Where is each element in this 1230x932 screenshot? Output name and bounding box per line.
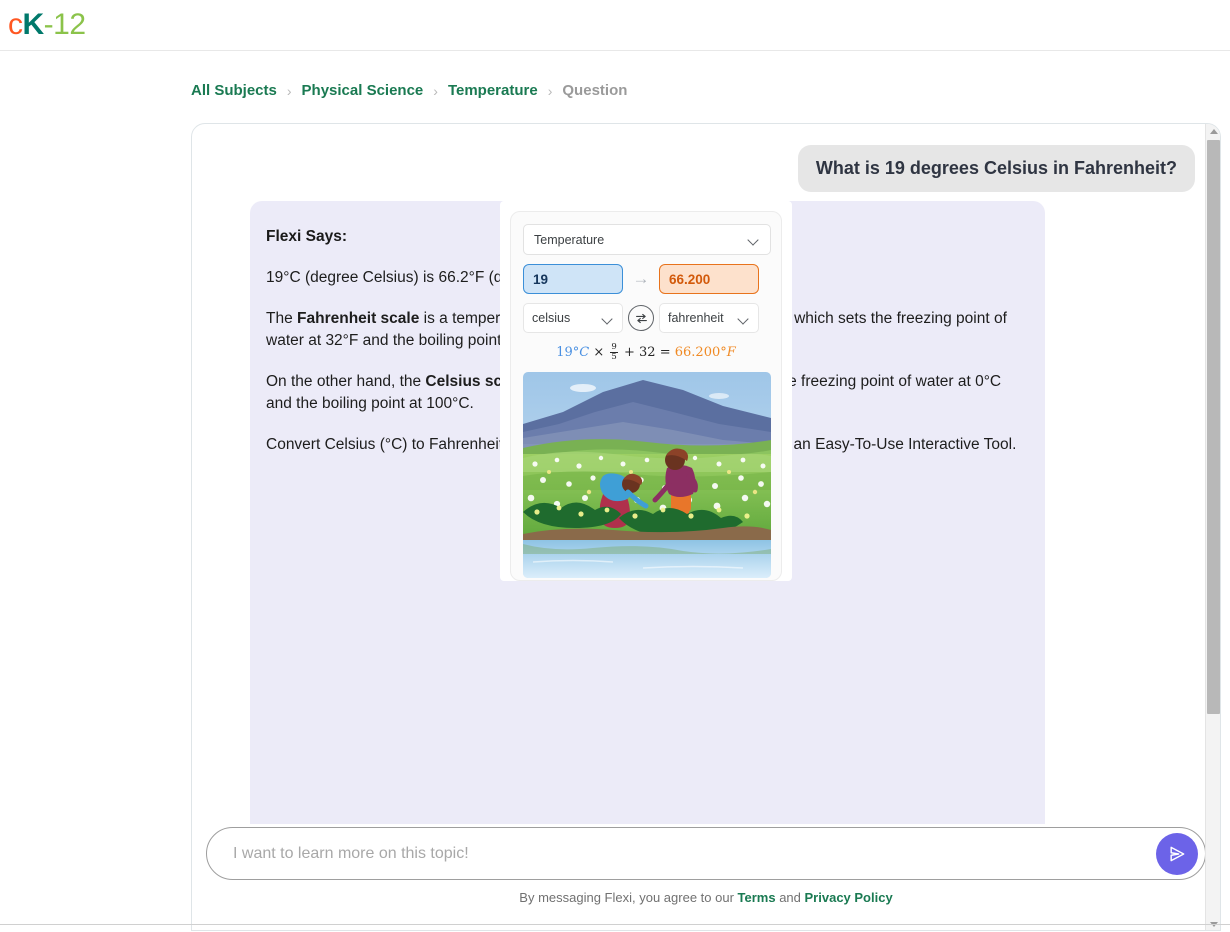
chevron-down-icon: [749, 236, 760, 243]
formula-equals-symbol: =: [660, 345, 671, 360]
converter-from-unit-value: celsius: [532, 311, 570, 325]
converter-from-unit-select[interactable]: celsius: [523, 303, 623, 333]
composer-area: By messaging Flexi, you agree to our Ter…: [192, 824, 1220, 930]
user-question-bubble: What is 19 degrees Celsius in Fahrenheit…: [798, 145, 1195, 192]
formula-fraction-denominator: 5: [611, 352, 616, 362]
converter-category-select[interactable]: Temperature: [523, 224, 771, 255]
chat-message-input[interactable]: [207, 845, 1156, 863]
answer-p3-prefix: On the other hand, the: [266, 373, 425, 390]
swap-icon: [635, 312, 648, 325]
chat-panel: What is 19 degrees Celsius in Fahrenheit…: [191, 123, 1221, 931]
breadcrumb-item-physical-science[interactable]: Physical Science: [302, 82, 424, 99]
breadcrumb-item-temperature[interactable]: Temperature: [448, 82, 538, 99]
terms-and-text: and: [776, 890, 805, 905]
unit-converter-widget: Temperature 19 → 66.200 celsius: [500, 201, 792, 581]
chat-scrollbar[interactable]: [1205, 124, 1220, 931]
unit-converter-card: Temperature 19 → 66.200 celsius: [510, 211, 782, 581]
illustration-graphic: [523, 372, 771, 578]
chat-message-scroll-area[interactable]: What is 19 degrees Celsius in Fahrenheit…: [192, 124, 1206, 826]
formula-input-unit: °C: [573, 345, 589, 360]
swap-units-button[interactable]: [628, 305, 654, 331]
chevron-down-icon: [603, 315, 614, 322]
user-question-text: What is 19 degrees Celsius in Fahrenheit…: [816, 157, 1177, 179]
scroll-up-button[interactable]: [1206, 124, 1221, 139]
logo-letter-c: c: [8, 8, 23, 41]
breadcrumb-separator-icon: ›: [277, 83, 302, 99]
breadcrumb-separator-icon: ›: [423, 83, 448, 99]
send-icon: [1167, 844, 1187, 864]
converter-output-field[interactable]: 66.200: [659, 264, 759, 294]
answer-p2-prefix: The: [266, 310, 297, 327]
arrow-right-icon: →: [630, 269, 652, 289]
top-header-bar: cK-12: [0, 0, 1230, 51]
converter-category-value: Temperature: [534, 233, 604, 247]
breadcrumb: All Subjects › Physical Science › Temper…: [191, 82, 627, 99]
formula-times-symbol: ×: [593, 345, 604, 360]
converter-unit-row: celsius fahrenheit: [523, 303, 769, 333]
conversion-formula: 19°C × 95 + 32 = 66.200°F: [523, 343, 769, 362]
converter-input-field[interactable]: 19: [523, 264, 623, 294]
answer-p2-bold-term: Fahrenheit scale: [297, 310, 419, 327]
breadcrumb-item-question: Question: [562, 82, 627, 99]
meadow-illustration: [523, 372, 771, 578]
breadcrumb-item-all-subjects[interactable]: All Subjects: [191, 82, 277, 99]
terms-prefix-text: By messaging Flexi, you agree to our: [519, 890, 737, 905]
logo-letter-k: K: [23, 8, 44, 41]
formula-offset: 32: [639, 345, 656, 360]
scrollbar-thumb[interactable]: [1207, 140, 1220, 714]
privacy-policy-link[interactable]: Privacy Policy: [805, 890, 893, 905]
ck12-logo[interactable]: cK-12: [8, 8, 86, 42]
page-bottom-divider: [0, 924, 1230, 925]
formula-fraction: 95: [610, 343, 617, 362]
converter-value-row: 19 → 66.200: [523, 264, 769, 294]
logo-suffix-12: -12: [44, 8, 86, 41]
terms-disclaimer: By messaging Flexi, you agree to our Ter…: [192, 890, 1220, 905]
formula-result-unit: °F: [720, 345, 736, 360]
converter-to-unit-value: fahrenheit: [668, 311, 724, 325]
breadcrumb-separator-icon: ›: [538, 83, 563, 99]
formula-plus-symbol: +: [624, 345, 635, 360]
send-message-button[interactable]: [1156, 833, 1198, 875]
assistant-answer-panel: Flexi Says: 19°C (degree Celsius) is 66.…: [250, 201, 1045, 826]
chevron-down-icon: [739, 315, 750, 322]
terms-link[interactable]: Terms: [738, 890, 776, 905]
formula-result-value: 66.200: [675, 345, 721, 360]
formula-input-value: 19: [556, 345, 573, 360]
composer-input-wrapper: [206, 827, 1206, 880]
scroll-up-arrow-icon: [1210, 129, 1218, 134]
converter-to-unit-select[interactable]: fahrenheit: [659, 303, 759, 333]
